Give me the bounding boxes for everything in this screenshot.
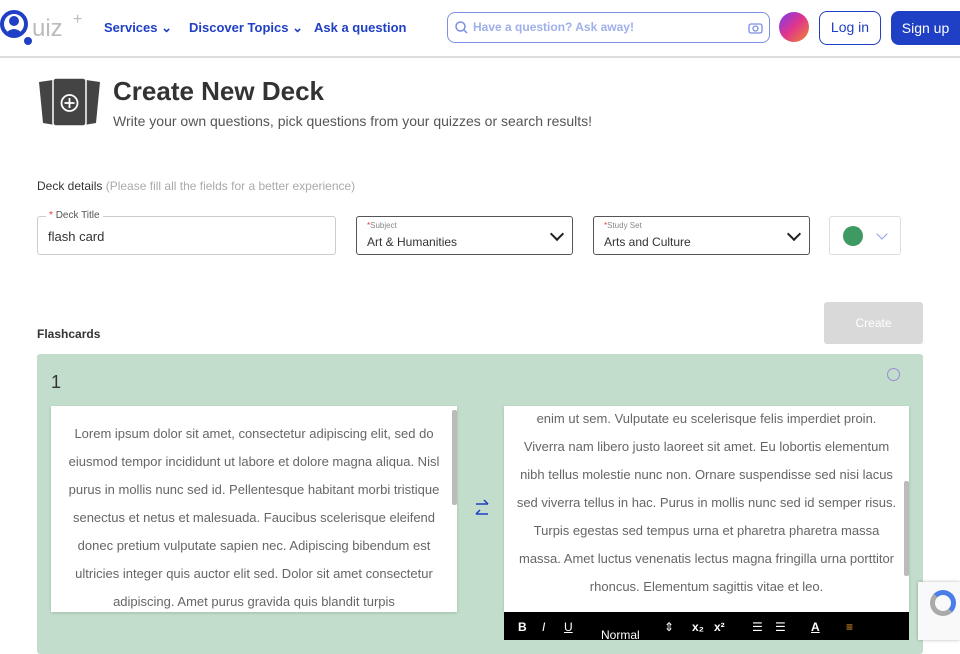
bot-avatar[interactable] (779, 12, 809, 42)
search-placeholder: Have a question? Ask away! (473, 20, 634, 34)
text-color-icon[interactable]: A (811, 620, 820, 634)
deck-title-field[interactable]: * Deck Title flash card (37, 210, 336, 255)
subject-label: *Subject (367, 221, 397, 230)
chevron-down-icon (549, 226, 565, 242)
align-icon[interactable]: ≡ (846, 620, 853, 634)
ordered-list-icon[interactable]: ☰ (752, 620, 763, 634)
editor-toolbar: B I U Normal ⇕ x₂ x² ☰ ☰ A ≡ (504, 612, 909, 642)
camera-icon[interactable] (748, 21, 763, 34)
deck-title-value: flash card (48, 229, 105, 244)
card-front[interactable]: Lorem ipsum dolor sit amet, consectetur … (51, 406, 457, 612)
nav-discover-topics[interactable]: Discover Topics ⌄ (189, 20, 303, 36)
nav-ask-question[interactable]: Ask a question (314, 20, 406, 35)
superscript-button[interactable]: x² (714, 620, 725, 634)
italic-button[interactable]: I (542, 620, 545, 634)
card-back-text: enim ut sem. Vulputate eu scelerisque fe… (516, 411, 897, 594)
card-menu-icon[interactable] (887, 368, 900, 381)
bullet-list-icon[interactable]: ☰ (775, 620, 786, 634)
search-icon (455, 21, 468, 34)
color-select[interactable] (829, 216, 901, 255)
color-swatch (843, 226, 863, 246)
study-set-label: *Study Set (604, 221, 642, 230)
nav-services[interactable]: Services ⌄ (104, 20, 172, 36)
study-set-value: Arts and Culture (604, 235, 691, 249)
deck-details-label: Deck details (Please fill all the fields… (37, 179, 355, 193)
nav-label: Discover Topics (189, 20, 289, 35)
sort-arrows-icon: ⇕ (664, 620, 675, 634)
login-button[interactable]: Log in (819, 11, 881, 45)
recaptcha-icon (930, 590, 956, 616)
swap-icon[interactable] (473, 499, 491, 519)
svg-text:+: + (73, 11, 82, 28)
scrollbar[interactable] (904, 481, 909, 576)
recaptcha-badge[interactable] (918, 582, 960, 640)
chevron-down-icon (876, 228, 888, 240)
page-subtitle: Write your own questions, pick questions… (113, 113, 593, 129)
deck-title-label-text: Deck Title (55, 210, 100, 221)
search-input[interactable]: Have a question? Ask away! (447, 12, 770, 43)
nav-label: Services (104, 20, 158, 35)
bold-button[interactable]: B (518, 620, 527, 634)
chevron-down-icon (786, 226, 802, 242)
deck-title-label: * Deck Title (46, 210, 103, 221)
deck-icon (39, 77, 100, 127)
header: uiz + Services ⌄ Discover Topics ⌄ Ask a… (0, 0, 960, 58)
subject-value: Art & Humanities (367, 235, 458, 249)
study-set-label-text: Study Set (607, 221, 642, 230)
signup-button[interactable]: Sign up (891, 11, 960, 45)
subject-select[interactable]: *Subject Art & Humanities (356, 216, 573, 255)
create-button[interactable]: Create (824, 302, 923, 344)
deck-details-text: Deck details (37, 179, 103, 193)
card-number: 1 (51, 372, 62, 392)
svg-text:uiz: uiz (32, 15, 63, 42)
logo[interactable]: uiz + (0, 8, 95, 48)
flashcards-label: Flashcards (37, 327, 101, 341)
underline-button[interactable]: U (564, 620, 573, 634)
subscript-button[interactable]: x₂ (692, 620, 704, 634)
scrollbar[interactable] (452, 410, 457, 505)
page-title: Create New Deck (113, 76, 324, 106)
card-front-text: Lorem ipsum dolor sit amet, consectetur … (68, 426, 440, 609)
deck-details-hint: (Please fill all the fields for a better… (105, 179, 356, 193)
subject-label-text: Subject (370, 221, 397, 230)
study-set-select[interactable]: *Study Set Arts and Culture (593, 216, 810, 255)
card-back[interactable]: enim ut sem. Vulputate eu scelerisque fe… (504, 406, 909, 612)
